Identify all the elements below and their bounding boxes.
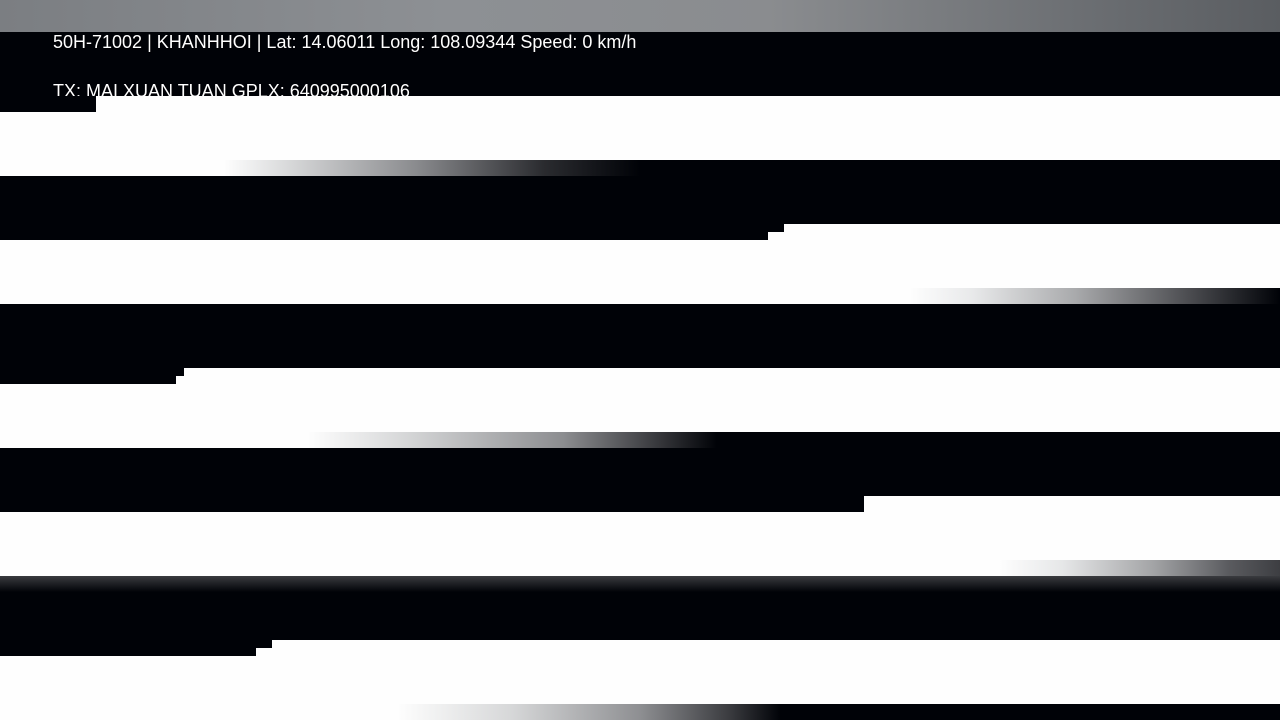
white-band [0, 96, 1280, 160]
white-band [0, 512, 1280, 560]
band-step [784, 224, 1280, 240]
band-step [256, 640, 272, 648]
white-band [0, 240, 1280, 288]
band-step [176, 368, 184, 376]
black-band [0, 576, 1280, 640]
band-step [0, 640, 256, 656]
band-step [768, 232, 784, 240]
dither-transition [0, 704, 1280, 720]
dither-transition [0, 160, 640, 176]
band-step [0, 368, 176, 384]
dither-transition [0, 560, 1280, 576]
video-frame: 50H-71002 | KHANHHOI | Lat: 14.06011 Lon… [0, 0, 1280, 720]
band-step [864, 496, 1280, 512]
band-step [0, 96, 96, 112]
camera-image-strip [0, 0, 1280, 32]
dither-transition [0, 432, 1280, 448]
driver-info-overlay: TX: MAI XUAN TUAN GPLX: 640995000106 [53, 81, 410, 96]
dither-transition [0, 288, 1280, 304]
black-band [0, 304, 1280, 368]
vehicle-info-overlay: 50H-71002 | KHANHHOI | Lat: 14.06011 Lon… [53, 32, 637, 52]
white-band [0, 368, 1280, 432]
